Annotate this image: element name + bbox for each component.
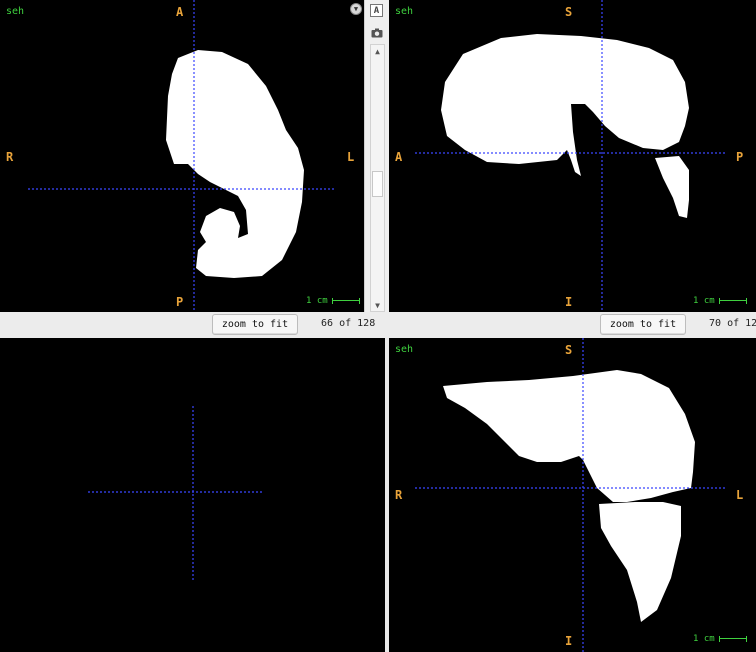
scale-bar: 1 cm bbox=[693, 634, 747, 644]
sagittal-view[interactable]: seh S I A P 1 cm bbox=[389, 0, 756, 312]
orientation-top: A bbox=[176, 5, 184, 19]
coronal-image bbox=[415, 338, 725, 652]
slice-total: 128 bbox=[357, 318, 376, 329]
zoom-to-fit-button[interactable]: zoom to fit bbox=[212, 314, 298, 335]
scrollbar-thumb[interactable] bbox=[372, 171, 383, 197]
slice-of: of bbox=[727, 318, 740, 329]
orientation-right: P bbox=[736, 150, 744, 164]
scale-bar-line bbox=[718, 636, 747, 642]
scale-bar: 1 cm bbox=[693, 296, 747, 306]
orientation-left: A bbox=[395, 150, 403, 164]
text-toggle-label: A bbox=[373, 5, 380, 16]
slice-indicator: 66 of 128 bbox=[321, 318, 375, 329]
orientation-left: R bbox=[6, 150, 14, 164]
scroll-up-icon[interactable]: ▲ bbox=[371, 45, 384, 57]
orientation-bottom: I bbox=[565, 295, 573, 309]
sagittal-image bbox=[415, 0, 725, 312]
axial-view[interactable]: seh A P R L 1 cm ▼ bbox=[0, 0, 364, 312]
slice-total: 12 bbox=[745, 318, 756, 329]
volume-name: seh bbox=[395, 344, 414, 355]
coronal-view[interactable]: seh S I R L 1 cm bbox=[389, 338, 756, 652]
sagittal-mask-lobe bbox=[655, 156, 689, 218]
sagittal-mask bbox=[441, 34, 689, 176]
camera-icon[interactable] bbox=[369, 25, 384, 40]
orientation-bottom: P bbox=[176, 295, 184, 309]
volume-name: seh bbox=[6, 6, 25, 17]
slice-of: of bbox=[339, 318, 352, 329]
scale-bar-line bbox=[718, 298, 747, 304]
text-toggle-icon[interactable]: A bbox=[370, 4, 383, 17]
axial-image bbox=[28, 0, 336, 312]
scale-bar-line bbox=[331, 298, 360, 304]
zoom-to-fit-button[interactable]: zoom to fit bbox=[600, 314, 686, 335]
slice-current: 66 bbox=[321, 318, 334, 329]
scale-bar: 1 cm bbox=[306, 296, 360, 306]
orientation-left: R bbox=[395, 488, 403, 502]
slice-current: 70 bbox=[709, 318, 722, 329]
volume-name: seh bbox=[395, 6, 414, 17]
scale-bar-label: 1 cm bbox=[693, 296, 715, 306]
scroll-down-icon[interactable]: ▼ bbox=[371, 299, 384, 311]
coronal-mask bbox=[443, 370, 695, 502]
orientation-bottom: I bbox=[565, 634, 573, 648]
scale-bar-label: 1 cm bbox=[693, 634, 715, 644]
coronal-mask-lower bbox=[599, 502, 681, 622]
orientation-right: L bbox=[736, 488, 744, 502]
3d-image bbox=[88, 406, 262, 582]
3d-view[interactable] bbox=[0, 338, 385, 652]
collapse-icon[interactable]: ▼ bbox=[350, 3, 362, 15]
camera-glyph bbox=[371, 28, 382, 37]
view-toolbar: A ▲ ▼ bbox=[364, 0, 390, 312]
slice-scrollbar[interactable]: ▲ ▼ bbox=[370, 44, 385, 312]
orientation-right: L bbox=[347, 150, 355, 164]
slice-indicator: 70 of 12 bbox=[709, 318, 756, 329]
scale-bar-label: 1 cm bbox=[306, 296, 328, 306]
axial-mask bbox=[166, 50, 304, 278]
orientation-top: S bbox=[565, 5, 573, 19]
orientation-top: S bbox=[565, 343, 573, 357]
